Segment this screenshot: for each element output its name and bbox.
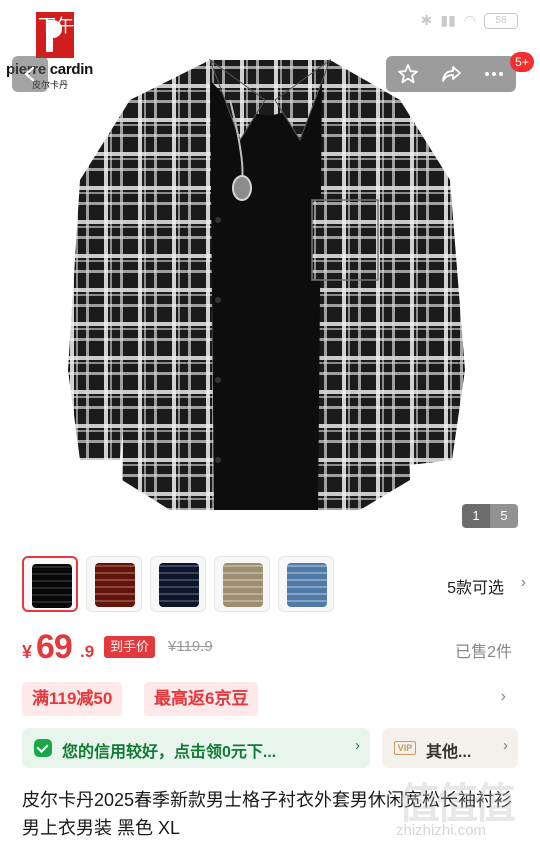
variant-thumb[interactable] (278, 556, 334, 612)
price-currency: ¥ (22, 642, 33, 662)
status-bar: 下午4:57 | 981K/s ✱ ▮▮ ◠ 58 (0, 0, 540, 44)
image-counter: 1 5 (462, 504, 518, 528)
battery-icon: 58 (484, 12, 518, 29)
image-index: 1 (462, 504, 490, 528)
product-photo (68, 58, 465, 510)
variant-swatch (32, 564, 72, 608)
image-total: 5 (490, 504, 518, 528)
watermark-url: zhizhizhi.com (396, 822, 487, 839)
variant-count[interactable]: 5款可选 (447, 574, 504, 598)
top-action-bar (386, 56, 516, 92)
variant-swatch (95, 563, 135, 607)
promo-row[interactable]: 满119减50 最高返6京豆 › (0, 680, 540, 718)
shield-check-icon (34, 739, 52, 757)
variant-selector: 5款可选 › (0, 552, 540, 616)
price-integer: 69 (36, 628, 73, 666)
sold-count: 已售2件 (455, 644, 512, 661)
vip-offer[interactable]: VIP 其他... › (382, 728, 518, 768)
wifi-icon: ◠ (463, 12, 476, 28)
watermark: 值值值 zhizhizhi.com (392, 770, 532, 848)
credit-offer-text: 您的信用较好，点击领0元下... (62, 744, 277, 761)
variant-swatch (159, 563, 199, 607)
variant-thumb[interactable] (22, 556, 78, 612)
message-badge: 5+ (510, 52, 534, 72)
vip-icon: VIP (394, 741, 416, 755)
vip-offer-text: 其他... (426, 744, 472, 761)
promo-discount[interactable]: 满119减50 (22, 682, 123, 716)
price-decimal: .9 (80, 642, 95, 661)
variant-thumb[interactable] (86, 556, 142, 612)
variant-swatch (287, 563, 327, 607)
price-row: ¥ 69 .9 到手价 ¥119.9 已售2件 (0, 624, 540, 672)
variant-thumb[interactable] (214, 556, 270, 612)
status-time: 下午4:57 | 981K/s (38, 16, 188, 36)
final-price-tag: 到手价 (104, 636, 156, 658)
chevron-right-icon[interactable]: › (521, 574, 526, 592)
chevron-right-icon: › (503, 737, 508, 754)
original-price: ¥119.9 (168, 638, 213, 655)
promo-jingdou[interactable]: 最高返6京豆 (144, 682, 259, 716)
share-icon[interactable] (440, 63, 462, 85)
favorite-star-icon[interactable] (397, 63, 419, 85)
chevron-right-icon: › (355, 737, 360, 754)
variant-thumb[interactable] (150, 556, 206, 612)
bluetooth-icon: ✱ (420, 12, 433, 28)
status-icons: ✱ ▮▮ ◠ 58 (421, 12, 518, 29)
chevron-right-icon[interactable]: › (501, 688, 506, 706)
signal-icon: ▮▮ (440, 12, 456, 28)
chevron-left-icon (24, 66, 35, 82)
credit-row: 您的信用较好，点击领0元下... › VIP 其他... › (0, 728, 540, 770)
variant-swatch (223, 563, 263, 607)
more-icon[interactable] (483, 63, 505, 85)
back-button[interactable] (12, 56, 48, 92)
credit-offer[interactable]: 您的信用较好，点击领0元下... › (22, 728, 370, 768)
